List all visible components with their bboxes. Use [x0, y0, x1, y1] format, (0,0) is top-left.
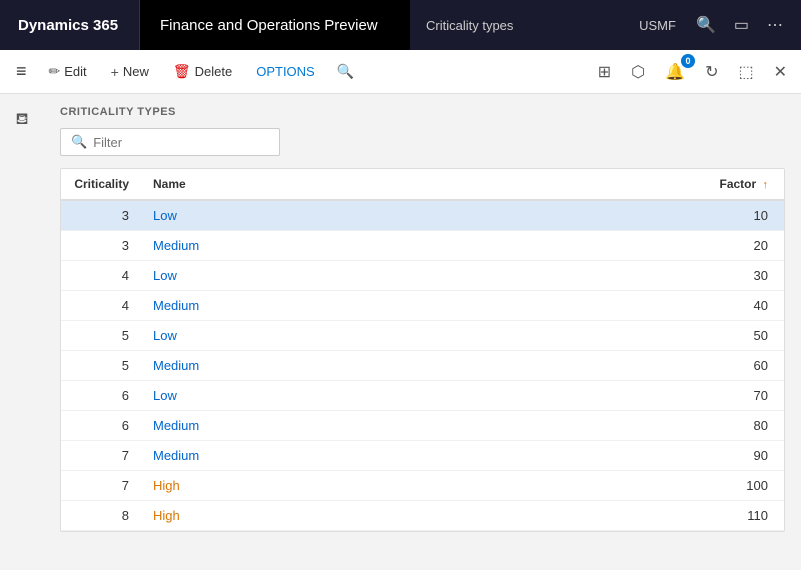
delete-label: Delete: [195, 64, 233, 79]
cell-criticality: 4: [61, 261, 141, 291]
filter-input[interactable]: [93, 135, 269, 150]
delete-button[interactable]: 🗑 Delete: [163, 58, 242, 85]
cell-factor: 40: [449, 291, 784, 321]
delete-icon: 🗑: [173, 63, 191, 80]
edit-button[interactable]: ✏ Edit: [39, 58, 97, 85]
office-button[interactable]: ⬡: [625, 58, 651, 86]
options-button[interactable]: OPTIONS: [246, 59, 325, 84]
main-area: ⛾ CRITICALITY TYPES 🔍 Criticality Name F…: [0, 94, 801, 570]
cell-criticality: 7: [61, 441, 141, 471]
table-row[interactable]: 6 Low 70: [61, 381, 784, 411]
grid-view-button[interactable]: ⊞: [592, 58, 617, 86]
search-top-button[interactable]: 🔍: [690, 11, 722, 39]
cell-criticality: 6: [61, 381, 141, 411]
col-criticality: Criticality: [61, 169, 141, 200]
filter-icon[interactable]: ⛾: [15, 110, 28, 570]
cell-factor: 110: [449, 501, 784, 531]
refresh-button[interactable]: ↻: [699, 58, 724, 86]
cell-factor: 80: [449, 411, 784, 441]
col-factor: Factor ↑: [449, 169, 784, 200]
app-title: Finance and Operations Preview: [140, 0, 410, 50]
cell-factor: 30: [449, 261, 784, 291]
cell-criticality: 3: [61, 200, 141, 231]
cell-criticality: 5: [61, 321, 141, 351]
top-bar-actions: USMF 🔍 ▭ ⋯: [619, 11, 801, 39]
toolbar-search[interactable]: 🔍: [337, 63, 354, 80]
cell-factor: 90: [449, 441, 784, 471]
notification-badge[interactable]: 🔔 0: [659, 58, 691, 86]
toolbar-right-actions: ⊞ ⬡ 🔔 0 ↻ ⬚ ✕: [592, 58, 793, 86]
cell-name: Low: [141, 200, 449, 231]
cell-name: Medium: [141, 351, 449, 381]
edit-icon: ✏: [49, 63, 61, 80]
notification-count: 0: [681, 54, 695, 68]
bookmark-button[interactable]: ▭: [728, 11, 755, 39]
cell-factor: 20: [449, 231, 784, 261]
filter-box[interactable]: 🔍: [60, 128, 280, 156]
top-bar: Dynamics 365 Finance and Operations Prev…: [0, 0, 801, 50]
content-area: CRITICALITY TYPES 🔍 Criticality Name Fac…: [44, 94, 801, 570]
cell-criticality: 6: [61, 411, 141, 441]
cell-factor: 70: [449, 381, 784, 411]
cell-name: Medium: [141, 231, 449, 261]
app-title-text: Finance and Operations Preview: [160, 17, 378, 34]
hamburger-menu-button[interactable]: ≡: [8, 57, 35, 86]
dynamics-brand[interactable]: Dynamics 365: [0, 0, 140, 50]
table-row[interactable]: 3 Medium 20: [61, 231, 784, 261]
cell-criticality: 7: [61, 471, 141, 501]
cell-criticality: 8: [61, 501, 141, 531]
cell-factor: 100: [449, 471, 784, 501]
cell-criticality: 5: [61, 351, 141, 381]
cell-name: Low: [141, 381, 449, 411]
criticality-table: Criticality Name Factor ↑ 3 Low 10 3 Med…: [61, 169, 784, 531]
table-row[interactable]: 7 Medium 90: [61, 441, 784, 471]
new-button[interactable]: + New: [101, 59, 159, 85]
page-title-bar: Criticality types: [410, 0, 619, 50]
open-new-window-button[interactable]: ⬚: [732, 58, 759, 86]
cell-factor: 50: [449, 321, 784, 351]
toolbar-search-icon: 🔍: [337, 63, 354, 80]
filter-box-icon: 🔍: [71, 134, 87, 150]
cell-criticality: 3: [61, 231, 141, 261]
cell-factor: 60: [449, 351, 784, 381]
table-header-row: Criticality Name Factor ↑: [61, 169, 784, 200]
page-title-text: Criticality types: [426, 18, 513, 33]
cell-name: Low: [141, 261, 449, 291]
toolbar: ≡ ✏ Edit + New 🗑 Delete OPTIONS 🔍 ⊞ ⬡ 🔔 …: [0, 50, 801, 94]
table-row[interactable]: 6 Medium 80: [61, 411, 784, 441]
sort-icon: ↑: [763, 179, 769, 191]
more-options-button[interactable]: ⋯: [761, 11, 789, 39]
table-row[interactable]: 4 Low 30: [61, 261, 784, 291]
table-body: 3 Low 10 3 Medium 20 4 Low 30 4 Medium 4…: [61, 200, 784, 531]
sidebar-filter: ⛾: [0, 94, 44, 570]
close-button[interactable]: ✕: [768, 58, 793, 86]
company-label: USMF: [631, 18, 684, 33]
table-row[interactable]: 5 Medium 60: [61, 351, 784, 381]
edit-label: Edit: [64, 64, 86, 79]
new-label: New: [123, 64, 149, 79]
col-name: Name: [141, 169, 449, 200]
dynamics-label: Dynamics 365: [18, 17, 118, 34]
section-title: CRITICALITY TYPES: [60, 106, 785, 118]
table-row[interactable]: 3 Low 10: [61, 200, 784, 231]
cell-name: High: [141, 501, 449, 531]
options-label: OPTIONS: [256, 64, 315, 79]
criticality-table-wrapper: Criticality Name Factor ↑ 3 Low 10 3 Med…: [60, 168, 785, 532]
cell-criticality: 4: [61, 291, 141, 321]
table-row[interactable]: 8 High 110: [61, 501, 784, 531]
cell-name: High: [141, 471, 449, 501]
table-row[interactable]: 4 Medium 40: [61, 291, 784, 321]
cell-name: Medium: [141, 441, 449, 471]
table-row[interactable]: 7 High 100: [61, 471, 784, 501]
cell-name: Low: [141, 321, 449, 351]
table-row[interactable]: 5 Low 50: [61, 321, 784, 351]
cell-name: Medium: [141, 291, 449, 321]
cell-factor: 10: [449, 200, 784, 231]
cell-name: Medium: [141, 411, 449, 441]
new-icon: +: [111, 64, 119, 80]
